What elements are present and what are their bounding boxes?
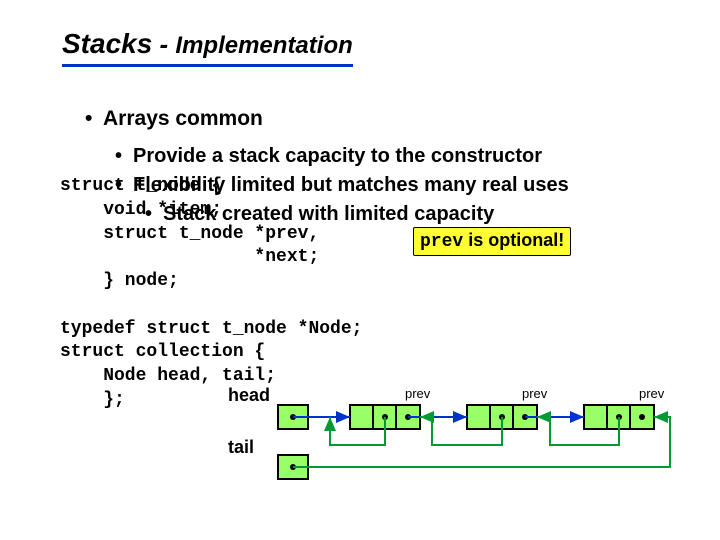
code-l8: struct collection { (60, 342, 265, 362)
callout-prefix: prev (420, 232, 463, 252)
title-main: Stacks (62, 28, 152, 59)
label-prev2: prev (522, 386, 547, 401)
label-head: head (228, 385, 270, 406)
bullet-lv1: •Arrays common (85, 105, 569, 133)
bullet-lv2a-text: Provide a stack capacity to the construc… (133, 145, 542, 167)
code-l1: struct t_node { (60, 176, 222, 196)
slide-title: Stacks - Implementation (62, 28, 353, 67)
label-prev3: prev (639, 386, 664, 401)
code-l2: void *item; (60, 200, 222, 220)
code-l4: *next; (60, 247, 319, 267)
code-l10: }; (60, 390, 125, 410)
title-sep: - (152, 29, 175, 59)
code-l3: struct t_node *prev, (60, 224, 319, 244)
bullet-lv1-text: Arrays common (103, 107, 263, 130)
code-l7: typedef struct t_node *Node; (60, 319, 362, 339)
bullet-lv2a: •Provide a stack capacity to the constru… (115, 143, 569, 170)
code-l5: } node; (60, 271, 179, 291)
title-sub: Implementation (175, 32, 352, 59)
label-tail: tail (228, 437, 254, 458)
callout-prev-optional: prev is optional! (413, 227, 571, 256)
label-prev1: prev (405, 386, 430, 401)
code-block: struct t_node { void *item; struct t_nod… (60, 175, 362, 413)
code-l9: Node head, tail; (60, 366, 276, 386)
callout-rest: is optional! (463, 230, 564, 250)
